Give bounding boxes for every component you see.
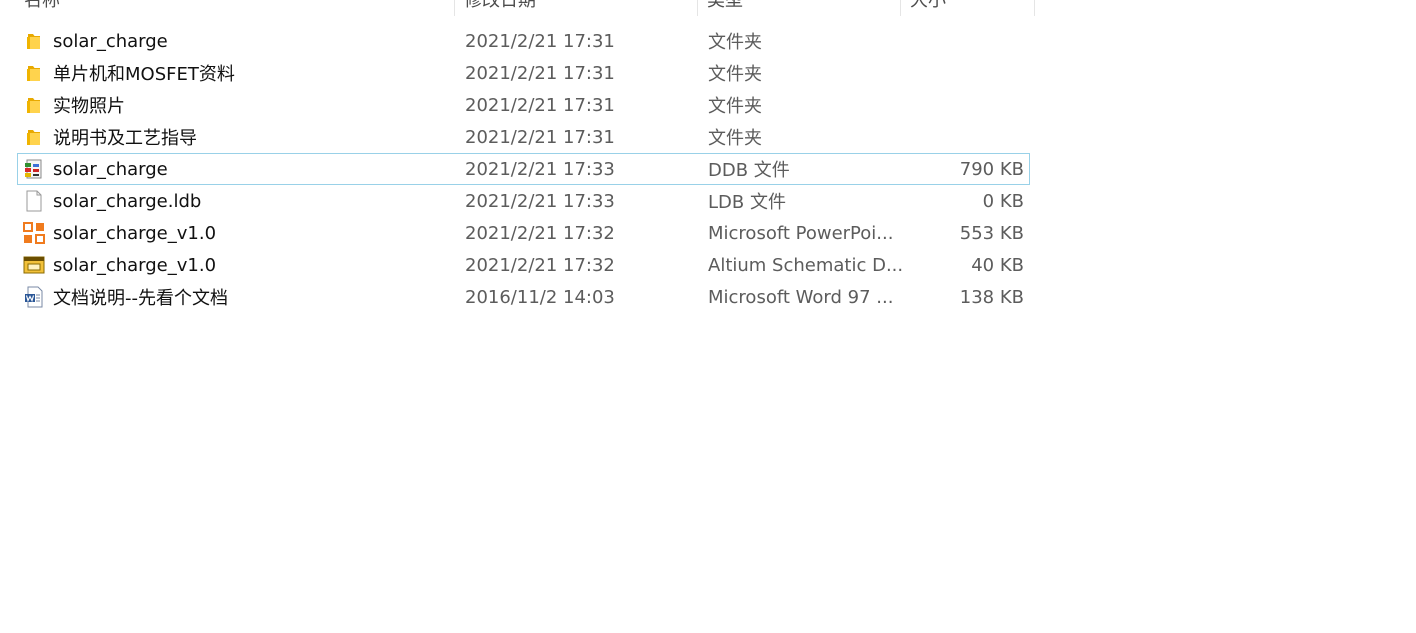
file-size: 553 KB bbox=[959, 222, 1024, 244]
file-name: 实物照片 bbox=[53, 96, 125, 117]
file-name: solar_charge_v1.0 bbox=[53, 254, 217, 276]
schematic-file-icon bbox=[23, 254, 45, 276]
sort-caret-icon: ⌃ bbox=[952, 0, 960, 5]
file-explorer: 名称 修改日期 类型 大小 ⌃ solar_charge bbox=[0, 0, 1416, 633]
file-name-cell: solar_charge bbox=[18, 30, 456, 52]
file-list: solar_charge 2021/2/21 17:31 文件夹 单片机和MOS… bbox=[17, 25, 1030, 313]
ddb-file-icon bbox=[23, 158, 45, 180]
file-date: 2021/2/21 17:32 bbox=[465, 222, 615, 244]
file-type: Microsoft PowerPoi... bbox=[708, 222, 894, 244]
file-type: 文件夹 bbox=[708, 96, 762, 117]
file-date: 2021/2/21 17:31 bbox=[465, 30, 615, 52]
file-name: 文档说明--先看个文档 bbox=[53, 288, 228, 309]
column-header-name-label: 名称 bbox=[24, 0, 60, 11]
file-name-cell: solar_charge_v1.0 bbox=[18, 254, 456, 276]
file-row[interactable]: solar_charge_v1.0 2021/2/21 17:32 Micros… bbox=[17, 217, 1030, 249]
powerpoint-file-icon bbox=[23, 222, 45, 244]
column-header-date-label: 修改日期 bbox=[464, 0, 536, 11]
file-date: 2021/2/21 17:31 bbox=[465, 62, 615, 84]
file-name-cell: 文档说明--先看个文档 bbox=[18, 284, 456, 310]
column-header-date[interactable]: 修改日期 bbox=[455, 0, 698, 16]
file-date: 2016/11/2 14:03 bbox=[465, 286, 615, 308]
file-size: 138 KB bbox=[959, 286, 1024, 308]
file-row[interactable]: solar_charge_v1.0 2021/2/21 17:32 Altium… bbox=[17, 249, 1030, 281]
file-date: 2021/2/21 17:33 bbox=[465, 190, 615, 212]
folder-icon bbox=[23, 30, 45, 52]
file-type: DDB 文件 bbox=[708, 160, 790, 181]
file-size: 0 KB bbox=[982, 190, 1024, 212]
file-date: 2021/2/21 17:33 bbox=[465, 158, 615, 180]
file-type: Microsoft Word 97 ... bbox=[708, 286, 894, 308]
file-type: 文件夹 bbox=[708, 32, 762, 53]
file-name: 说明书及工艺指导 bbox=[53, 128, 197, 149]
file-row[interactable]: 说明书及工艺指导 2021/2/21 17:31 文件夹 bbox=[17, 121, 1030, 153]
file-type: Altium Schematic D... bbox=[708, 254, 902, 276]
file-name: solar_charge bbox=[53, 30, 168, 52]
file-row[interactable]: 单片机和MOSFET资料 2021/2/21 17:31 文件夹 bbox=[17, 57, 1030, 89]
folder-icon bbox=[23, 62, 45, 84]
folder-icon bbox=[23, 126, 45, 148]
column-header: 名称 修改日期 类型 大小 ⌃ bbox=[15, 0, 1035, 16]
file-row[interactable]: 文档说明--先看个文档 2016/11/2 14:03 Microsoft Wo… bbox=[17, 281, 1030, 313]
file-row[interactable]: solar_charge 2021/2/21 17:31 文件夹 bbox=[17, 25, 1030, 57]
file-name-cell: 单片机和MOSFET资料 bbox=[18, 60, 456, 86]
column-header-type-label: 类型 bbox=[707, 0, 743, 11]
file-type: LDB 文件 bbox=[708, 192, 786, 213]
file-date: 2021/2/21 17:31 bbox=[465, 126, 615, 148]
file-date: 2021/2/21 17:31 bbox=[465, 94, 615, 116]
file-size: 40 KB bbox=[971, 254, 1024, 276]
file-date: 2021/2/21 17:32 bbox=[465, 254, 615, 276]
file-name: solar_charge.ldb bbox=[53, 190, 202, 212]
column-header-type[interactable]: 类型 bbox=[698, 0, 901, 16]
file-size: 790 KB bbox=[959, 158, 1024, 180]
file-name-cell: 实物照片 bbox=[18, 92, 456, 118]
file-name: solar_charge bbox=[53, 158, 168, 180]
column-header-name[interactable]: 名称 bbox=[15, 0, 455, 16]
file-name-cell: 说明书及工艺指导 bbox=[18, 124, 456, 150]
file-name: 单片机和MOSFET资料 bbox=[53, 64, 235, 85]
file-name-cell: solar_charge.ldb bbox=[18, 190, 456, 212]
file-row-focused[interactable]: solar_charge 2021/2/21 17:33 DDB 文件 790 … bbox=[17, 153, 1030, 185]
file-name-cell: solar_charge_v1.0 bbox=[18, 222, 456, 244]
file-type: 文件夹 bbox=[708, 64, 762, 85]
column-header-size-label: 大小 bbox=[910, 0, 946, 11]
file-type: 文件夹 bbox=[708, 128, 762, 149]
word-file-icon bbox=[23, 286, 45, 308]
file-name: solar_charge_v1.0 bbox=[53, 222, 217, 244]
file-row[interactable]: 实物照片 2021/2/21 17:31 文件夹 bbox=[17, 89, 1030, 121]
folder-icon bbox=[23, 94, 45, 116]
column-header-size[interactable]: 大小 ⌃ bbox=[901, 0, 1035, 16]
file-row[interactable]: solar_charge.ldb 2021/2/21 17:33 LDB 文件 … bbox=[17, 185, 1030, 217]
file-name-cell: solar_charge bbox=[18, 158, 456, 180]
blank-file-icon bbox=[23, 190, 45, 212]
